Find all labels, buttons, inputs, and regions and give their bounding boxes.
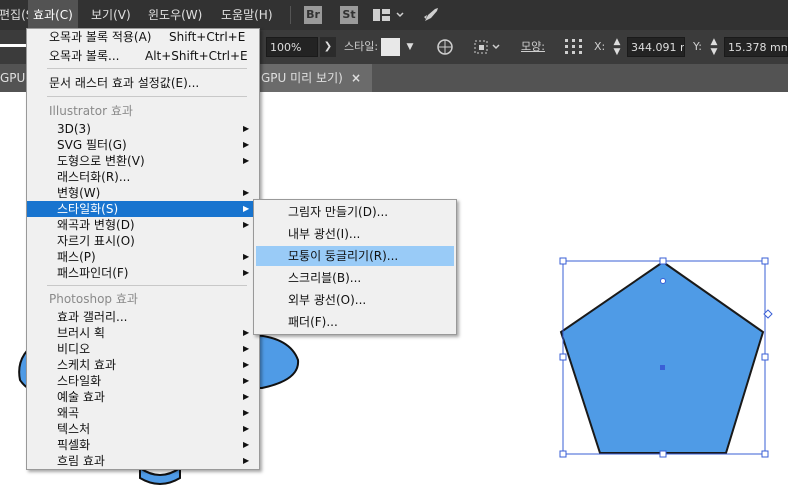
menu-bar: 편집(S) 효과(C) 보기(V) 윈도우(W) 도움말(H) Br St bbox=[0, 0, 788, 30]
style-dropdown-icon[interactable]: ▼ bbox=[402, 38, 418, 56]
menu-separator bbox=[47, 96, 247, 97]
menu-item-last-effect[interactable]: 오목과 볼록... Alt+Shift+Ctrl+E bbox=[27, 48, 259, 64]
opacity-expand-icon[interactable]: ❯ bbox=[320, 37, 336, 57]
x-stepper-icon[interactable]: ▲ ▼ bbox=[610, 37, 624, 57]
y-label: Y: bbox=[693, 40, 702, 53]
tab-document-2-label: GPU 미리 보기) bbox=[261, 71, 343, 85]
stroke-preview bbox=[0, 44, 26, 47]
submenu-item-scribble[interactable]: 스크리블(B)... bbox=[256, 268, 454, 288]
menu-item-stylize-photoshop[interactable]: 스타일화 ▶ bbox=[27, 373, 259, 389]
style-swatch[interactable] bbox=[381, 38, 400, 56]
menu-item-apply-last-effect[interactable]: 오목과 볼록 적용(A) Shift+Ctrl+E bbox=[27, 29, 259, 45]
menu-window[interactable]: 윈도우(W) bbox=[143, 0, 207, 30]
submenu-item-drop-shadow[interactable]: 그림자 만들기(D)... bbox=[256, 202, 454, 222]
menu-item-pathfinder[interactable]: 패스파인더(F) ▶ bbox=[27, 265, 259, 281]
rocket-icon[interactable] bbox=[420, 6, 442, 24]
menu-item-artistic[interactable]: 예술 효과 ▶ bbox=[27, 389, 259, 405]
y-field[interactable]: 15.378 mm bbox=[724, 37, 788, 57]
y-stepper-icon[interactable]: ▲ ▼ bbox=[707, 37, 721, 57]
menu-item-effect-gallery[interactable]: 효과 갤러리... bbox=[27, 309, 259, 325]
menu-item-path[interactable]: 패스(P) ▶ bbox=[27, 249, 259, 265]
menu-item-warp[interactable]: 왜곡과 변형(D) ▶ bbox=[27, 217, 259, 233]
submenu-item-outer-glow[interactable]: 외부 광선(O)... bbox=[256, 290, 454, 310]
menu-item-distort-transform[interactable]: 변형(W) ▶ bbox=[27, 185, 259, 201]
menu-item-blur[interactable]: 흐림 효과 ▶ bbox=[27, 453, 259, 469]
menu-item-sketch[interactable]: 스케치 효과 ▶ bbox=[27, 357, 259, 373]
align-options-icon[interactable] bbox=[472, 38, 504, 56]
stylize-submenu: 그림자 만들기(D)... 내부 광선(I)... 모퉁이 둥글리기(R)...… bbox=[253, 199, 457, 335]
opacity-field[interactable]: 100% bbox=[266, 37, 318, 57]
menu-item-pixelate[interactable]: 픽셀화 ▶ bbox=[27, 437, 259, 453]
tab-close-icon[interactable]: × bbox=[351, 64, 361, 92]
menu-item-stylize[interactable]: 스타일화(S) ▶ bbox=[27, 201, 259, 217]
effect-menu-dropdown: 오목과 볼록 적용(A) Shift+Ctrl+E 오목과 볼록... Alt+Sh… bbox=[26, 28, 260, 470]
menu-help[interactable]: 도움말(H) bbox=[216, 0, 278, 30]
menubar-divider bbox=[290, 6, 291, 24]
menu-view[interactable]: 보기(V) bbox=[86, 0, 136, 30]
submenu-item-round-corners[interactable]: 모퉁이 둥글리기(R)... bbox=[256, 246, 454, 266]
pentagon-shape[interactable] bbox=[550, 250, 780, 465]
workspace-layout-icon[interactable] bbox=[372, 6, 406, 24]
menu-item-svg-filter[interactable]: SVG 필터(G) ▶ bbox=[27, 137, 259, 153]
submenu-item-inner-glow[interactable]: 내부 광선(I)... bbox=[256, 224, 454, 244]
tab-document-1[interactable]: GPU bbox=[0, 64, 25, 92]
menu-item-3d[interactable]: 3D(3) ▶ bbox=[27, 121, 259, 137]
menu-item-rasterize[interactable]: 래스터화(R)... bbox=[27, 169, 259, 185]
shape-label: 모양: bbox=[521, 40, 545, 53]
menu-item-video[interactable]: 비디오 ▶ bbox=[27, 341, 259, 357]
bridge-icon[interactable]: Br bbox=[304, 6, 322, 24]
menu-section-illustrator: Illustrator 효과 bbox=[49, 104, 133, 118]
menu-separator bbox=[47, 285, 247, 286]
menu-item-crop-marks[interactable]: 자르기 표시(O) bbox=[27, 233, 259, 249]
menu-item-raster-effect-settings[interactable]: 문서 래스터 효과 설정값(E)... bbox=[27, 75, 259, 91]
menu-item-brush-strokes[interactable]: 브러시 획 ▶ bbox=[27, 325, 259, 341]
x-label: X: bbox=[594, 40, 606, 53]
menu-item-distort[interactable]: 왜곡 ▶ bbox=[27, 405, 259, 421]
menu-item-texture[interactable]: 텍스처 ▶ bbox=[27, 421, 259, 437]
stock-icon[interactable]: St bbox=[340, 6, 358, 24]
menu-section-photoshop: Photoshop 효과 bbox=[49, 292, 138, 306]
menu-item-convert-to-shape[interactable]: 도형으로 변환(V) ▶ bbox=[27, 153, 259, 169]
reference-point-icon[interactable] bbox=[563, 37, 585, 57]
menu-separator bbox=[47, 68, 247, 69]
style-label: 스타일: bbox=[344, 40, 379, 53]
menu-effect[interactable]: 효과(C) bbox=[28, 0, 78, 30]
x-field[interactable]: 344.091 m bbox=[627, 37, 685, 57]
recolor-icon[interactable] bbox=[436, 38, 454, 56]
submenu-item-feather[interactable]: 패더(F)... bbox=[256, 312, 454, 332]
